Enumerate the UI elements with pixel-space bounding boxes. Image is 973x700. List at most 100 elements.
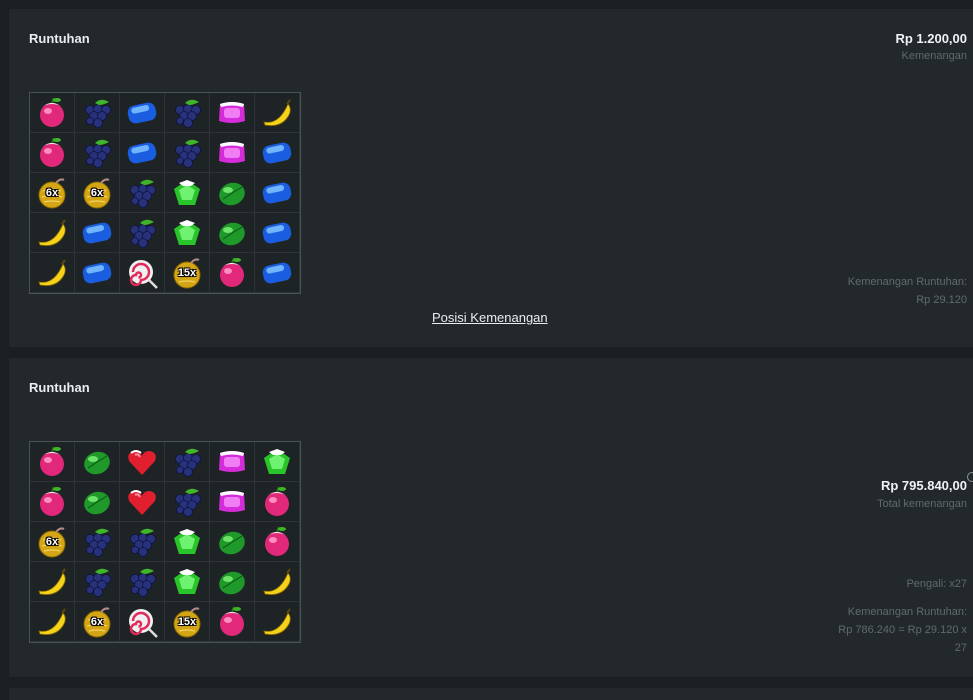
banana-symbol-icon <box>34 255 70 291</box>
blue-symbol-icon <box>124 95 160 131</box>
grid-cell <box>210 213 255 253</box>
grid-cell <box>255 253 300 293</box>
grid-cell <box>210 93 255 133</box>
grid-cell: 15x <box>165 253 210 293</box>
grid-cell <box>210 173 255 213</box>
symbol-grid: 6x 6x 15x <box>29 441 301 643</box>
grid-cell <box>120 482 165 522</box>
multiplier-badge: 15x <box>177 266 197 279</box>
multiplier-badge: 6x <box>90 615 104 628</box>
cascade-win-formula: Rp 786.240 = Rp 29.120 x <box>838 624 967 636</box>
blue-symbol-icon <box>79 255 115 291</box>
grape-symbol-icon <box>169 484 205 520</box>
grape-symbol-icon <box>169 95 205 131</box>
cascade-panel-1: Runtuhan Rp 1.200,00 Kemenangan 6x 6x 15x … <box>9 9 973 347</box>
apple-symbol-icon <box>34 135 70 171</box>
grid-cell <box>210 562 255 602</box>
grid-cell <box>120 133 165 173</box>
greenpent-symbol-icon <box>169 215 205 251</box>
grid-cell: 15x <box>165 602 210 642</box>
grid-cell <box>30 602 75 642</box>
grid-cell <box>120 602 165 642</box>
grape-symbol-icon <box>124 524 160 560</box>
grid-cell <box>120 253 165 293</box>
blue-symbol-icon <box>259 255 295 291</box>
grid-cell <box>255 442 300 482</box>
grid-cell <box>255 482 300 522</box>
apple-symbol-icon <box>214 604 250 640</box>
purple-symbol-icon <box>214 95 250 131</box>
grid-cell <box>255 602 300 642</box>
grid-cell: 6x <box>75 602 120 642</box>
grid-cell <box>165 482 210 522</box>
grid-cell <box>30 93 75 133</box>
win-label: Kemenangan <box>901 50 967 62</box>
grid-cell <box>165 133 210 173</box>
grid-cell <box>75 93 120 133</box>
grid-cell <box>120 442 165 482</box>
grape-symbol-icon <box>124 175 160 211</box>
greenpent-symbol-icon <box>259 444 295 480</box>
grid-cell <box>210 253 255 293</box>
purple-symbol-icon <box>214 135 250 171</box>
blue-symbol-icon <box>79 215 115 251</box>
grid-cell: 6x <box>75 173 120 213</box>
banana-symbol-icon <box>259 564 295 600</box>
grid-cell <box>210 442 255 482</box>
grape-symbol-icon <box>79 135 115 171</box>
blue-symbol-icon <box>259 135 295 171</box>
plum-symbol-icon <box>214 564 250 600</box>
grid-cell <box>75 562 120 602</box>
winning-positions-link[interactable]: Posisi Kemenangan <box>432 310 548 325</box>
cascade-panel-2: Runtuhan 6x 6x 15x Rp 795.840,00 Total kem… <box>9 358 973 677</box>
apple-symbol-icon <box>34 484 70 520</box>
grid-cell <box>210 522 255 562</box>
grid-cell <box>30 253 75 293</box>
grid-cell <box>120 522 165 562</box>
grid-cell <box>255 173 300 213</box>
blue-symbol-icon <box>259 215 295 251</box>
multiplier-label: Pengali: x27 <box>906 578 967 590</box>
banana-symbol-icon <box>259 95 295 131</box>
grid-cell: 6x <box>30 522 75 562</box>
grid-cell <box>165 173 210 213</box>
banana-symbol-icon <box>34 564 70 600</box>
grape-symbol-icon <box>79 95 115 131</box>
grid-cell <box>120 562 165 602</box>
apple-symbol-icon <box>259 524 295 560</box>
grid-cell <box>75 482 120 522</box>
purple-symbol-icon <box>214 484 250 520</box>
grid-cell <box>30 133 75 173</box>
grid-cell <box>75 442 120 482</box>
lolli-symbol-icon <box>124 255 160 291</box>
greenpent-symbol-icon <box>169 564 205 600</box>
round-title: Runtuhan <box>29 31 90 46</box>
plum-symbol-icon <box>214 215 250 251</box>
grape-symbol-icon <box>79 524 115 560</box>
grid-cell <box>255 133 300 173</box>
grid-cell <box>75 213 120 253</box>
grid-cell <box>165 562 210 602</box>
grid-cell <box>30 213 75 253</box>
grid-cell <box>165 442 210 482</box>
banana-symbol-icon <box>259 604 295 640</box>
grid-cell <box>30 562 75 602</box>
grid-cell <box>120 213 165 253</box>
multiplier-badge: 6x <box>45 535 59 548</box>
grid-cell <box>255 562 300 602</box>
grid-cell <box>255 93 300 133</box>
grape-symbol-icon <box>169 135 205 171</box>
grid-cell <box>75 253 120 293</box>
grid-cell <box>120 93 165 133</box>
total-win-amount: Rp 795.840,00 <box>880 478 967 493</box>
banana-symbol-icon <box>34 215 70 251</box>
lolli-symbol-icon <box>124 604 160 640</box>
grid-cell <box>75 133 120 173</box>
purple-symbol-icon <box>214 444 250 480</box>
grid-cell <box>30 442 75 482</box>
symbol-grid: 6x 6x 15x <box>29 92 301 294</box>
grape-symbol-icon <box>124 215 160 251</box>
grid-cell <box>165 522 210 562</box>
cascade-win-label: Kemenangan Runtuhan: <box>847 606 967 618</box>
scroll-edge-indicator <box>967 472 973 482</box>
